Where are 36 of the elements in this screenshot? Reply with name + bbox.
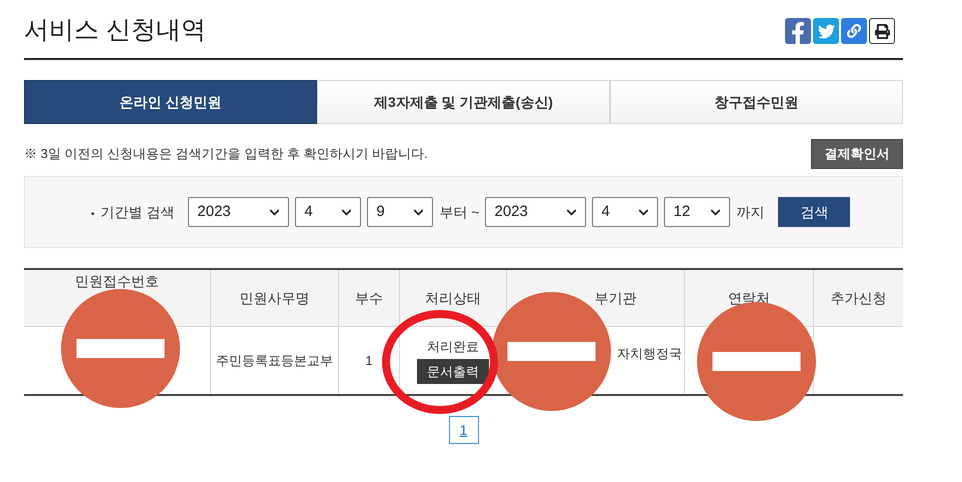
chevron-down-icon <box>341 206 352 218</box>
tab[interactable]: 온라인 신청민원 <box>24 80 317 124</box>
search-button[interactable]: 검색 <box>778 197 850 227</box>
tab[interactable]: 제3자제출 및 기관제출(송신) <box>317 80 610 124</box>
twitter-icon[interactable] <box>813 18 839 44</box>
column-header: 추가신청 <box>830 288 888 308</box>
status-text: 처리완료 <box>427 338 479 356</box>
page-title: 서비스 신청내역 <box>24 15 206 46</box>
year-select[interactable]: 2023 <box>485 197 586 227</box>
chevron-down-icon <box>710 206 722 218</box>
page-link[interactable]: 1 <box>448 416 478 444</box>
column-header: 부수 <box>339 270 400 326</box>
day-select[interactable]: 9 <box>367 197 434 227</box>
print-icon[interactable] <box>869 18 895 44</box>
month-select[interactable]: 4 <box>295 197 362 227</box>
year-select[interactable]: 2023 <box>188 197 290 227</box>
from-label: 부터 ~ <box>439 202 480 222</box>
receipt-button[interactable]: 결제확인서 <box>811 139 903 169</box>
day-select[interactable]: 12 <box>664 197 730 227</box>
chevron-down-icon <box>413 206 424 218</box>
search-label: • 기간별 검색 <box>91 202 174 222</box>
chevron-down-icon <box>269 206 280 218</box>
to-label: 까지 <box>736 202 764 222</box>
chevron-down-icon <box>566 206 578 218</box>
tab[interactable]: 창구접수민원 <box>610 80 903 124</box>
link-icon[interactable] <box>841 18 867 44</box>
facebook-icon[interactable] <box>785 18 811 44</box>
print-document-button[interactable]: 문서출력 <box>417 359 489 384</box>
table-cell: 1 <box>339 327 400 394</box>
table-cell-text: 자치행정국 <box>617 345 682 363</box>
table-cell: 주민등록표등본교부 <box>211 327 339 394</box>
column-header: 민원사무명 <box>211 270 339 326</box>
bullet-icon: • <box>91 208 95 220</box>
chevron-down-icon <box>638 206 650 218</box>
notice-text: ※ 3일 이전의 신청내용은 검색기간을 입력한 후 확인하시기 바랍니다. <box>24 145 428 164</box>
month-select[interactable]: 4 <box>592 197 658 227</box>
